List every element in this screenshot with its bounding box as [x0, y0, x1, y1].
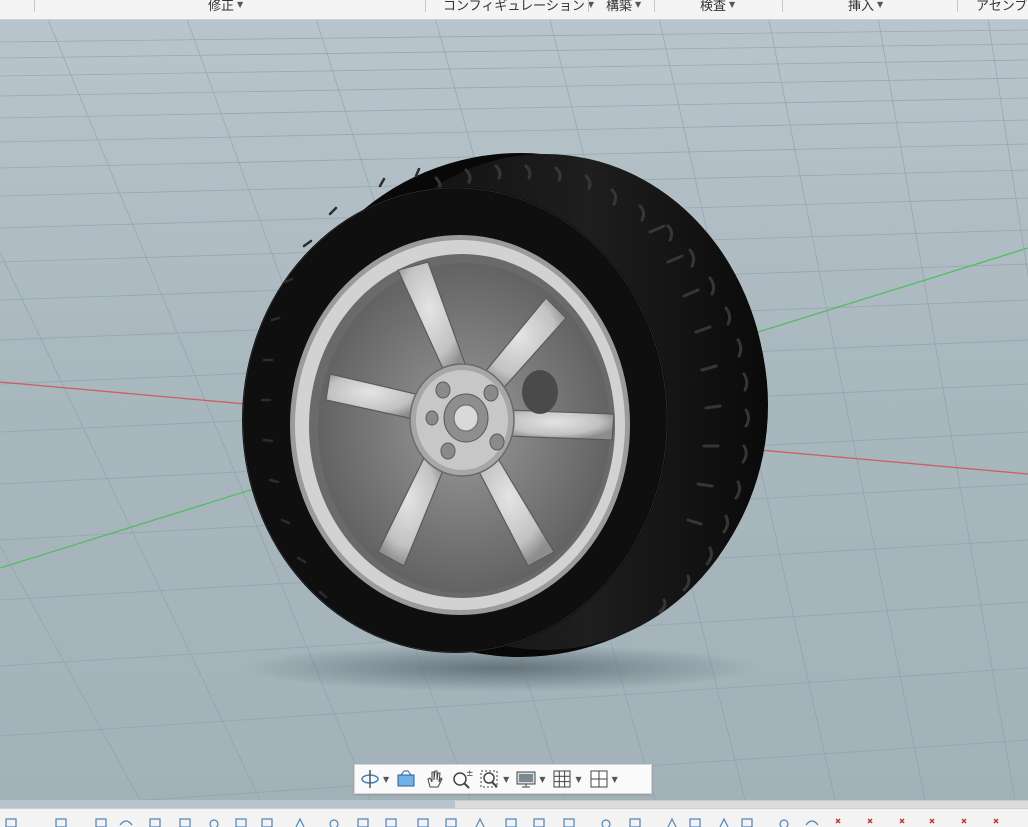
tab-assemble[interactable]: アセンブリ: [976, 0, 1028, 14]
tab-label: 修正: [208, 0, 235, 14]
tab-label: 構築: [606, 0, 633, 14]
tab-inspect[interactable]: 検査 ▼: [700, 0, 735, 14]
tab-separator: [957, 0, 958, 12]
timeline-feature-icons: [5, 817, 999, 827]
chevron-down-icon: ▼: [877, 0, 884, 9]
fit-window-button[interactable]: ▼: [479, 767, 509, 791]
canvas-viewport[interactable]: ▼ ± ▼ ▼ ▼ ▼: [0, 20, 1028, 800]
scene-render: [0, 20, 1028, 800]
tab-insert[interactable]: 挿入 ▼: [848, 0, 883, 14]
chevron-down-icon: ▼: [383, 774, 390, 784]
chevron-down-icon: ▼: [539, 774, 546, 784]
tab-separator: [654, 0, 655, 12]
look-at-button[interactable]: [395, 767, 417, 791]
tab-label: コンフィギュレーション: [443, 0, 585, 14]
timeline-strip: [0, 808, 1028, 827]
look-at-icon: [397, 770, 415, 787]
grid-snap-button[interactable]: ▼: [551, 767, 582, 791]
grid-snap-icon: [553, 770, 571, 788]
display-settings-button[interactable]: ▼: [515, 767, 545, 791]
fit-window-icon: [480, 770, 498, 788]
orbit-icon: [361, 770, 379, 788]
tab-label: 挿入: [848, 0, 875, 14]
zoom-icon: ±: [453, 769, 473, 789]
tire-wheel-model: [242, 153, 768, 657]
viewports-icon: [590, 770, 608, 788]
tab-label: アセンブリ: [976, 0, 1028, 14]
pan-button[interactable]: [423, 767, 445, 791]
chevron-down-icon: ▼: [575, 774, 582, 784]
chevron-down-icon: ▼: [503, 774, 510, 784]
tab-configuration[interactable]: コンフィギュレーション ▼: [443, 0, 594, 14]
view-toolbar: ▼ ± ▼ ▼ ▼ ▼: [354, 764, 652, 794]
chevron-down-icon: ▼: [635, 0, 642, 9]
zoom-button[interactable]: ±: [451, 767, 473, 791]
viewports-button[interactable]: ▼: [588, 767, 618, 791]
display-settings-icon: [516, 771, 536, 788]
tab-construct[interactable]: 構築 ▼: [606, 0, 641, 14]
tab-separator: [425, 0, 426, 12]
svg-text:±: ±: [466, 769, 473, 779]
tab-label: 検査: [700, 0, 727, 14]
chevron-down-icon: ▼: [729, 0, 736, 9]
orbit-button[interactable]: ▼: [359, 767, 389, 791]
tab-modify[interactable]: 修正 ▼: [208, 0, 243, 14]
chevron-down-icon: ▼: [237, 0, 244, 9]
ribbon-tab-bar: 修正▼ コンフィギュレーション▼ 構築▼ 検査▼ 挿入▼ アセンブリ: [0, 0, 1028, 20]
tab-separator: [782, 0, 783, 12]
tab-separator: [34, 0, 35, 12]
chevron-down-icon: ▼: [611, 774, 618, 784]
pan-hand-icon: [427, 770, 443, 788]
tab-separator: [588, 0, 589, 12]
